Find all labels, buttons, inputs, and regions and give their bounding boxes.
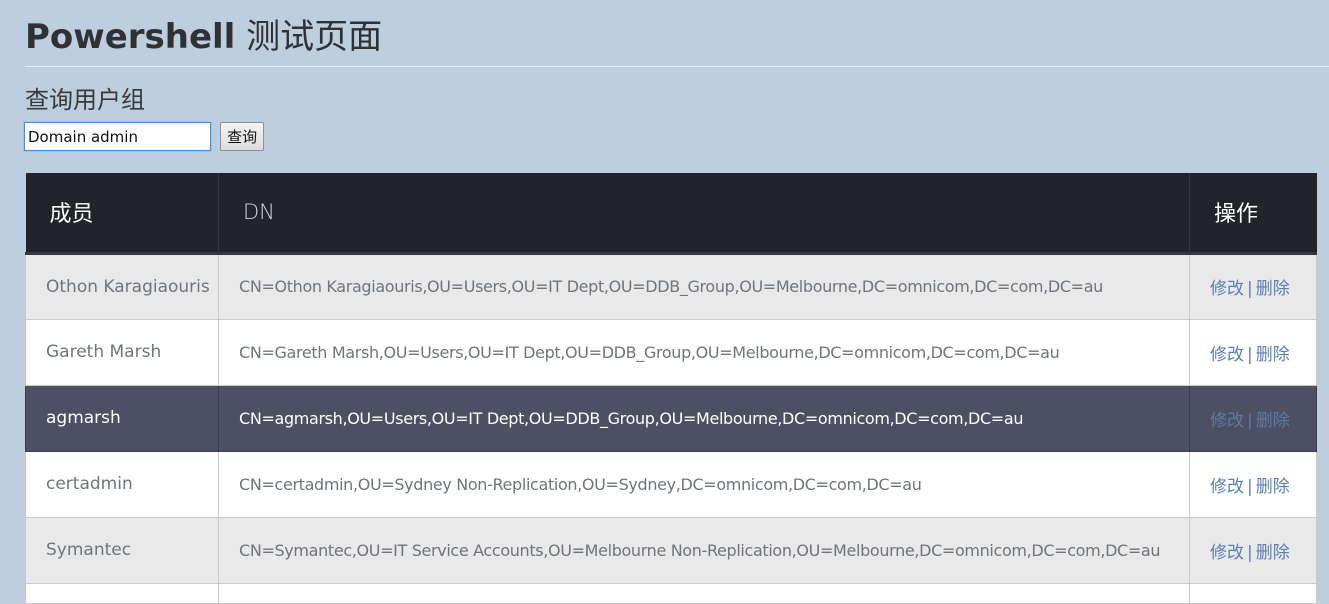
dn-cell: CN=agmarsh,OU=Users,OU=IT Dept,OU=DDB_Gr…	[218, 384, 1190, 452]
action-cell: 修改 | 删除	[1189, 252, 1317, 320]
action-separator: |	[1247, 344, 1253, 365]
edit-link[interactable]: 修改	[1210, 543, 1244, 563]
members-table: 成员 DN 操作 Othon Karagiaouris CN=Othon Kar…	[25, 173, 1317, 604]
title-divider	[25, 66, 1329, 67]
table-row[interactable]: Othon Karagiaouris CN=Othon Karagiaouris…	[25, 252, 1317, 320]
page-title: Powershell 测试页面	[25, 13, 382, 61]
member-cell: Gareth Marsh	[25, 318, 219, 386]
delete-link[interactable]: 删除	[1256, 477, 1290, 497]
table-row[interactable]: certadmin CN=certadmin,OU=Sydney Non-Rep…	[25, 450, 1317, 518]
edit-link[interactable]: 修改	[1210, 279, 1244, 299]
action-separator: |	[1247, 476, 1253, 497]
member-cell: Othon Karagiaouris	[25, 252, 219, 320]
query-group-heading: 查询用户组	[25, 86, 145, 114]
action-cell: 修改 | 删除	[1189, 450, 1317, 518]
edit-link[interactable]: 修改	[1210, 411, 1244, 431]
table-row[interactable]: Gareth Marsh CN=Gareth Marsh,OU=Users,OU…	[25, 318, 1317, 386]
action-separator: |	[1247, 410, 1253, 431]
table-row-cut-off	[25, 582, 1317, 604]
delete-link[interactable]: 删除	[1256, 411, 1290, 431]
action-cell: 修改 | 删除	[1189, 516, 1317, 584]
edit-link[interactable]: 修改	[1210, 477, 1244, 497]
delete-link[interactable]: 删除	[1256, 543, 1290, 563]
dn-cell-empty	[218, 582, 1190, 604]
column-header-action: 操作	[1189, 173, 1317, 255]
action-separator: |	[1247, 279, 1253, 299]
table-header-row: 成员 DN 操作	[25, 173, 1317, 255]
action-cell-empty	[1189, 582, 1317, 604]
action-separator: |	[1247, 542, 1253, 563]
action-cell: 修改 | 删除	[1189, 318, 1317, 386]
column-header-member: 成员	[25, 173, 219, 255]
column-header-dn: DN	[218, 173, 1190, 255]
table-row[interactable]: Symantec CN=Symantec,OU=IT Service Accou…	[25, 516, 1317, 584]
member-cell: Symantec	[25, 516, 219, 584]
delete-link[interactable]: 删除	[1256, 279, 1290, 299]
dn-cell: CN=certadmin,OU=Sydney Non-Replication,O…	[218, 450, 1190, 518]
query-form: 查询	[24, 122, 265, 152]
dn-cell: CN=Symantec,OU=IT Service Accounts,OU=Me…	[218, 516, 1190, 584]
page-title-subtitle: 测试页面	[246, 17, 383, 57]
page-title-app-name: Powershell	[25, 17, 236, 57]
member-cell: agmarsh	[25, 384, 219, 452]
edit-link[interactable]: 修改	[1210, 345, 1244, 365]
table-row-selected[interactable]: agmarsh CN=agmarsh,OU=Users,OU=IT Dept,O…	[25, 384, 1317, 452]
member-cell-empty	[25, 582, 219, 604]
dn-cell: CN=Gareth Marsh,OU=Users,OU=IT Dept,OU=D…	[218, 318, 1190, 386]
action-cell: 修改 | 删除	[1189, 384, 1317, 452]
delete-link[interactable]: 删除	[1256, 345, 1290, 365]
query-button[interactable]: 查询	[220, 122, 265, 151]
dn-cell: CN=Othon Karagiaouris,OU=Users,OU=IT Dep…	[218, 252, 1190, 320]
group-search-input[interactable]	[24, 122, 211, 151]
member-cell: certadmin	[25, 450, 219, 518]
